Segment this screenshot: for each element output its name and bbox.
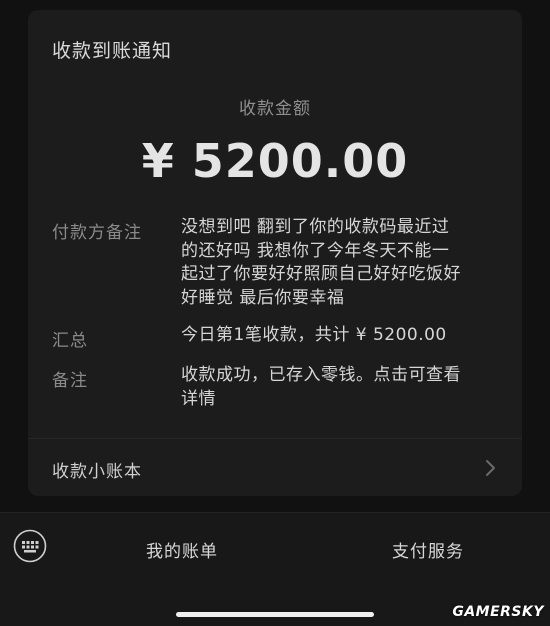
amount-label: 收款金额 bbox=[239, 99, 311, 119]
remark-value[interactable]: 收款成功，已存入零钱。点击可查看 详情 bbox=[181, 364, 501, 411]
remark-label: 备注 bbox=[52, 371, 88, 391]
payer-remark-line: 的还好吗 我想你了今年冬天不能一 bbox=[181, 240, 450, 261]
summary-line: 今日第1笔收款，共计 ¥ 5200.00 bbox=[181, 325, 447, 345]
payer-remark-line: 起过了你要好好照顾自己好好吃饭好 bbox=[181, 264, 461, 284]
payer-remark-label: 付款方备注 bbox=[52, 223, 142, 243]
receipt-ledger-label: 收款小账本 bbox=[52, 462, 142, 482]
payer-remark-value: 没想到吧 翻到了你的收款码最近过 的还好吗 我想你了今年冬天不能一 起过了你要好… bbox=[181, 216, 501, 310]
summary-value: 今日第1笔收款，共计 ¥ 5200.00 bbox=[181, 324, 501, 348]
home-indicator[interactable] bbox=[176, 612, 374, 617]
summary-label: 汇总 bbox=[52, 331, 88, 351]
chevron-right-icon bbox=[486, 460, 495, 476]
notification-title: 收款到账通知 bbox=[52, 40, 173, 62]
payment-notification-card[interactable]: 收款到账通知 收款金额 ¥ 5200.00 付款方备注 没想到吧 翻到了你的收款… bbox=[28, 10, 522, 496]
menu-payment-services[interactable]: 支付服务 bbox=[392, 537, 464, 562]
receipt-ledger-link[interactable]: 收款小账本 bbox=[28, 439, 522, 496]
menu-my-bills[interactable]: 我的账单 bbox=[146, 537, 218, 562]
screen: 收款到账通知 收款金额 ¥ 5200.00 付款方备注 没想到吧 翻到了你的收款… bbox=[0, 0, 550, 626]
watermark: GAMERSKY bbox=[452, 604, 544, 620]
remark-line: 收款成功，已存入零钱。点击可查看 bbox=[181, 365, 461, 385]
payer-remark-line: 没想到吧 翻到了你的收款码最近过 bbox=[181, 217, 450, 237]
amount-value: ¥ 5200.00 bbox=[141, 134, 409, 188]
keyboard-icon[interactable] bbox=[13, 529, 47, 563]
remark-line: 详情 bbox=[181, 388, 216, 409]
payer-remark-line: 好睡觉 最后你要幸福 bbox=[181, 287, 345, 308]
